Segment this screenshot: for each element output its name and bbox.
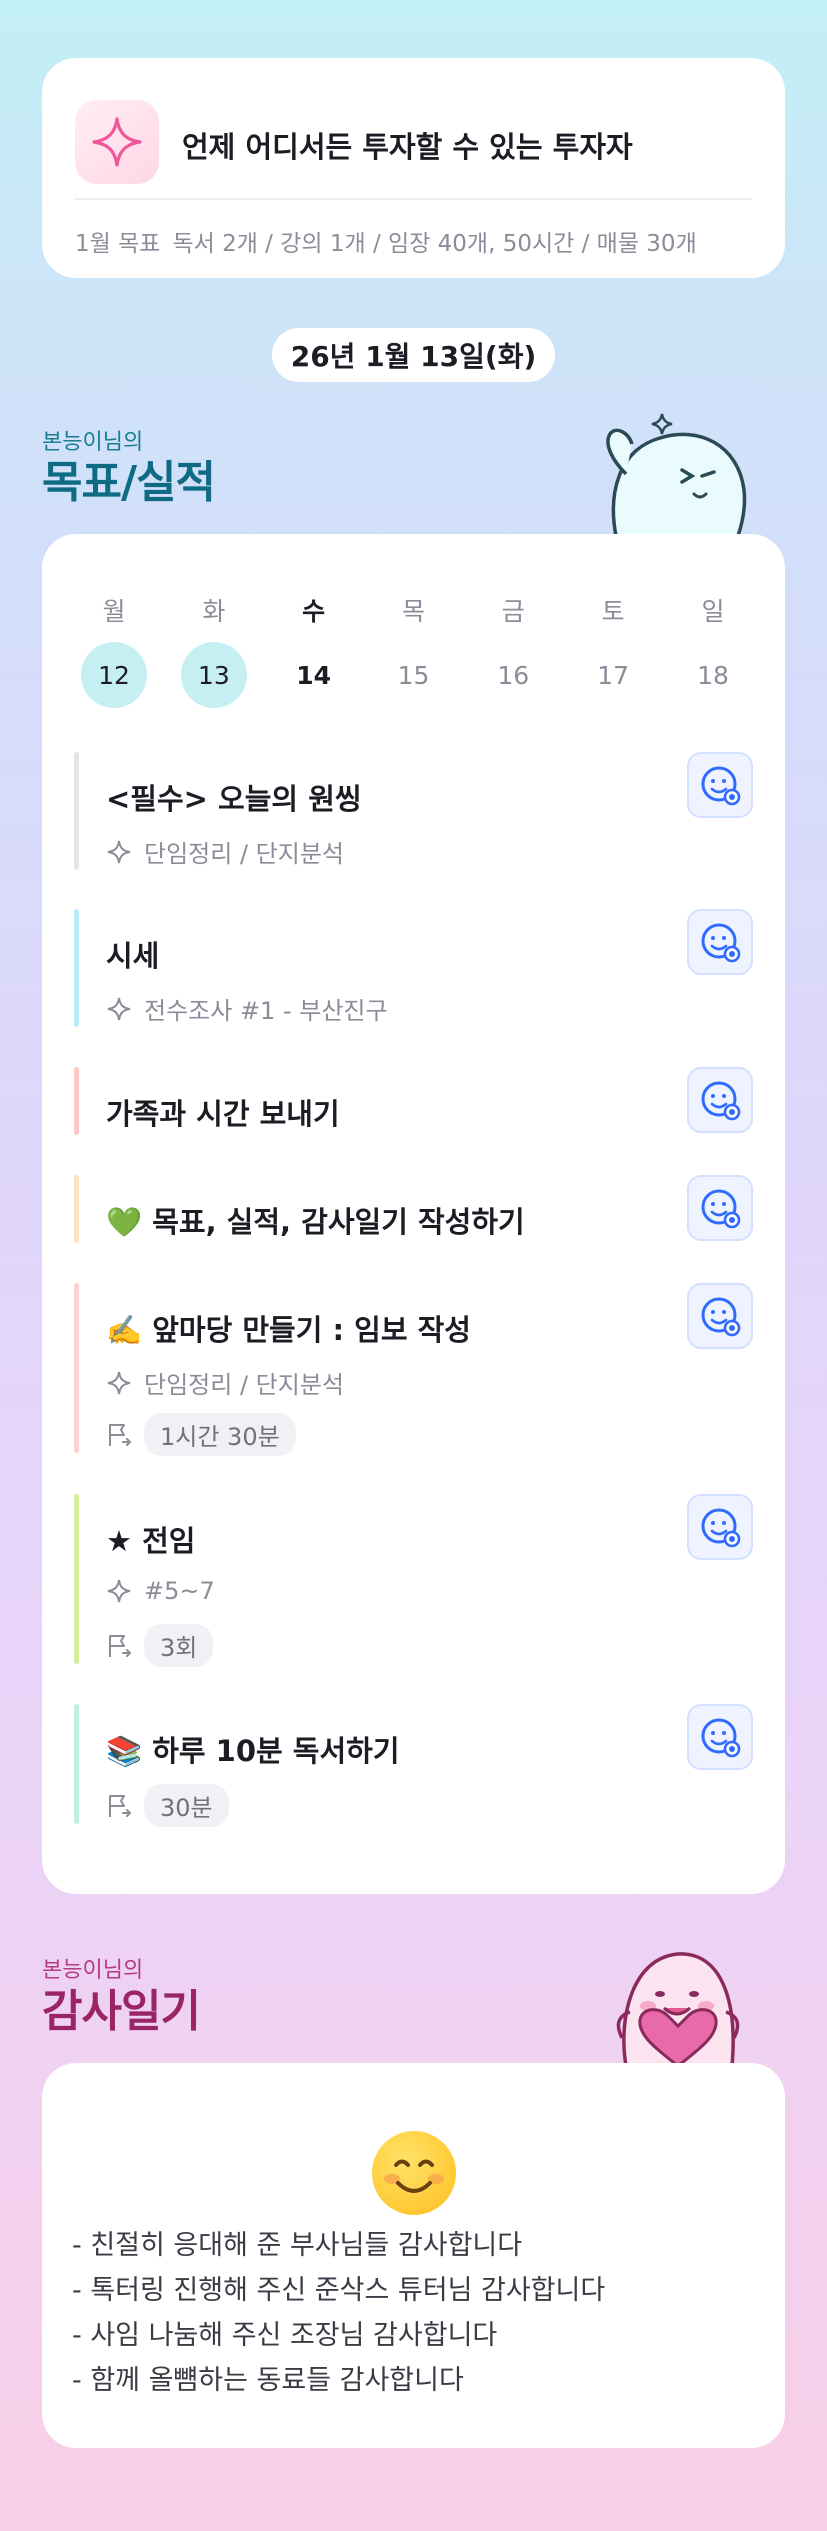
weekday-label: 목 xyxy=(401,597,425,626)
task-title: 💚 목표, 실적, 감사일기 작성하기 xyxy=(106,1205,525,1239)
check-in-button[interactable] xyxy=(687,1067,753,1133)
flag-progress-icon xyxy=(104,1420,134,1450)
task-progress: 1시간 30분 xyxy=(104,1413,296,1456)
weekday-label: 토 xyxy=(601,597,625,626)
task-item[interactable]: ✍️ 앞마당 만들기 : 임보 작성 단임정리 / 단지분석 1시간 30분 xyxy=(74,1283,753,1456)
task-color-bar xyxy=(74,1067,79,1135)
day-number: 14 xyxy=(296,660,332,690)
goal-subtitle-label: 1월 목표 xyxy=(75,231,161,257)
task-progress: 3회 xyxy=(104,1624,214,1667)
weekday-label: 월 xyxy=(102,597,126,626)
smile-check-icon xyxy=(701,766,741,806)
weekday-label: 수 xyxy=(302,597,326,626)
flag-progress-icon xyxy=(104,1631,134,1661)
weekday-label: 금 xyxy=(501,597,525,626)
task-title: ✍️ 앞마당 만들기 : 임보 작성 xyxy=(106,1313,471,1347)
goal-subtitle-text: 독서 2개 / 강의 1개 / 임장 40개, 50시간 / 매물 30개 xyxy=(172,231,697,257)
task-category-text: #5~7 xyxy=(144,1577,215,1605)
task-category: 단임정리 / 단지분석 xyxy=(104,1365,344,1400)
sparkle-outline-icon xyxy=(104,837,134,867)
task-title: 📚 하루 10분 독서하기 xyxy=(106,1734,400,1768)
week-day-selector: 12 13 14 15 16 17 18 xyxy=(72,642,755,708)
task-item[interactable]: 💚 목표, 실적, 감사일기 작성하기 xyxy=(74,1175,753,1243)
day-13[interactable]: 13 xyxy=(172,642,256,708)
weekday-header: 월 화 수 목 금 토 일 xyxy=(72,592,755,628)
thanks-list: - 친절히 응대해 준 부사님들 감사합니다 - 톡터링 진행해 주신 준삭스 … xyxy=(72,2223,605,2403)
smile-check-icon xyxy=(701,1297,741,1337)
tasks-card: 월 화 수 목 금 토 일 12 13 14 15 16 17 18 <필수> … xyxy=(42,534,785,1894)
task-item[interactable]: <필수> 오늘의 원씽 단임정리 / 단지분석 xyxy=(74,752,753,870)
task-progress-chip: 1시간 30분 xyxy=(144,1413,296,1456)
task-category-text: 단임정리 / 단지분석 xyxy=(144,840,344,868)
task-color-bar xyxy=(74,1704,79,1824)
sparkle-icon xyxy=(75,100,159,184)
task-progress-chip: 30분 xyxy=(144,1784,229,1827)
mascot-heart-icon xyxy=(616,1952,740,2066)
task-color-bar xyxy=(74,909,79,1027)
check-in-button[interactable] xyxy=(687,1704,753,1770)
check-in-button[interactable] xyxy=(687,1175,753,1241)
thanks-line: - 친절히 응대해 준 부사님들 감사합니다 xyxy=(72,2230,523,2261)
day-12[interactable]: 12 xyxy=(72,642,156,708)
task-item[interactable]: 시세 전수조사 #1 - 부산진구 xyxy=(74,909,753,1027)
task-category: 전수조사 #1 - 부산진구 xyxy=(104,991,388,1026)
sparkle-outline-icon xyxy=(104,994,134,1024)
day-number: 16 xyxy=(497,660,530,690)
sparkle-outline-icon xyxy=(104,1576,134,1606)
task-title: ★ 전임 xyxy=(106,1524,196,1558)
check-in-button[interactable] xyxy=(687,1283,753,1349)
goal-card: 언제 어디서든 투자할 수 있는 투자자 1월 목표 독서 2개 / 강의 1개 … xyxy=(42,58,785,278)
task-color-bar xyxy=(74,1175,79,1243)
sparkle-outline-icon xyxy=(104,1368,134,1398)
task-item[interactable]: 📚 하루 10분 독서하기 30분 xyxy=(74,1704,753,1827)
thanks-section-title: 감사일기 xyxy=(42,1986,201,2037)
weekday-label: 일 xyxy=(701,597,725,626)
check-in-button[interactable] xyxy=(687,752,753,818)
weekday-label: 화 xyxy=(202,597,226,626)
day-18[interactable]: 18 xyxy=(671,642,755,708)
mascot-waving-icon xyxy=(606,413,747,536)
flag-progress-icon xyxy=(104,1791,134,1821)
date-selector[interactable]: 26년 1월 13일(화) xyxy=(272,328,555,382)
task-title: <필수> 오늘의 원씽 xyxy=(106,782,362,816)
day-number: 15 xyxy=(397,660,430,690)
day-15[interactable]: 15 xyxy=(371,642,455,708)
day-17[interactable]: 17 xyxy=(571,642,655,708)
goals-section-title: 목표/실적 xyxy=(42,457,216,508)
smiling-face-icon xyxy=(372,2131,456,2215)
task-color-bar xyxy=(74,1283,79,1453)
thanks-line: - 톡터링 진행해 주신 준삭스 튜터님 감사합니다 xyxy=(72,2275,606,2306)
task-category-text: 전수조사 #1 - 부산진구 xyxy=(144,997,388,1025)
task-color-bar xyxy=(74,1494,79,1664)
smile-check-icon xyxy=(701,1081,741,1121)
day-number: 17 xyxy=(597,660,630,690)
day-number: 13 xyxy=(180,642,247,708)
task-item[interactable]: ★ 전임 #5~7 3회 xyxy=(74,1494,753,1667)
smile-check-icon xyxy=(701,1189,741,1229)
check-in-button[interactable] xyxy=(687,909,753,975)
task-progress-chip: 3회 xyxy=(144,1624,214,1667)
day-16[interactable]: 16 xyxy=(471,642,555,708)
task-progress: 30분 xyxy=(104,1784,229,1827)
day-number: 18 xyxy=(697,660,729,690)
thanks-line: - 함께 올뻄하는 동료들 감사합니다 xyxy=(72,2365,464,2396)
goal-title: 언제 어디서든 투자할 수 있는 투자자 xyxy=(182,130,633,164)
smile-check-icon xyxy=(701,923,741,963)
day-number: 12 xyxy=(81,642,147,708)
task-category: 단임정리 / 단지분석 xyxy=(104,834,344,869)
goal-subtitle: 1월 목표 독서 2개 / 강의 1개 / 임장 40개, 50시간 / 매물 3… xyxy=(75,224,697,258)
task-title: 가족과 시간 보내기 xyxy=(106,1097,340,1131)
day-14[interactable]: 14 xyxy=(272,642,356,708)
smile-check-icon xyxy=(701,1718,741,1758)
task-category-text: 단임정리 / 단지분석 xyxy=(144,1371,344,1399)
smile-check-icon xyxy=(701,1508,741,1548)
check-in-button[interactable] xyxy=(687,1494,753,1560)
task-category: #5~7 xyxy=(104,1576,215,1606)
thanks-line: - 사임 나눔해 주신 조장님 감사합니다 xyxy=(72,2320,498,2351)
task-item[interactable]: 가족과 시간 보내기 xyxy=(74,1067,753,1135)
task-title: 시세 xyxy=(106,939,160,973)
thanks-card: - 친절히 응대해 준 부사님들 감사합니다 - 톡터링 진행해 주신 준삭스 … xyxy=(42,2063,785,2448)
task-color-bar xyxy=(74,752,79,870)
divider xyxy=(75,198,752,200)
